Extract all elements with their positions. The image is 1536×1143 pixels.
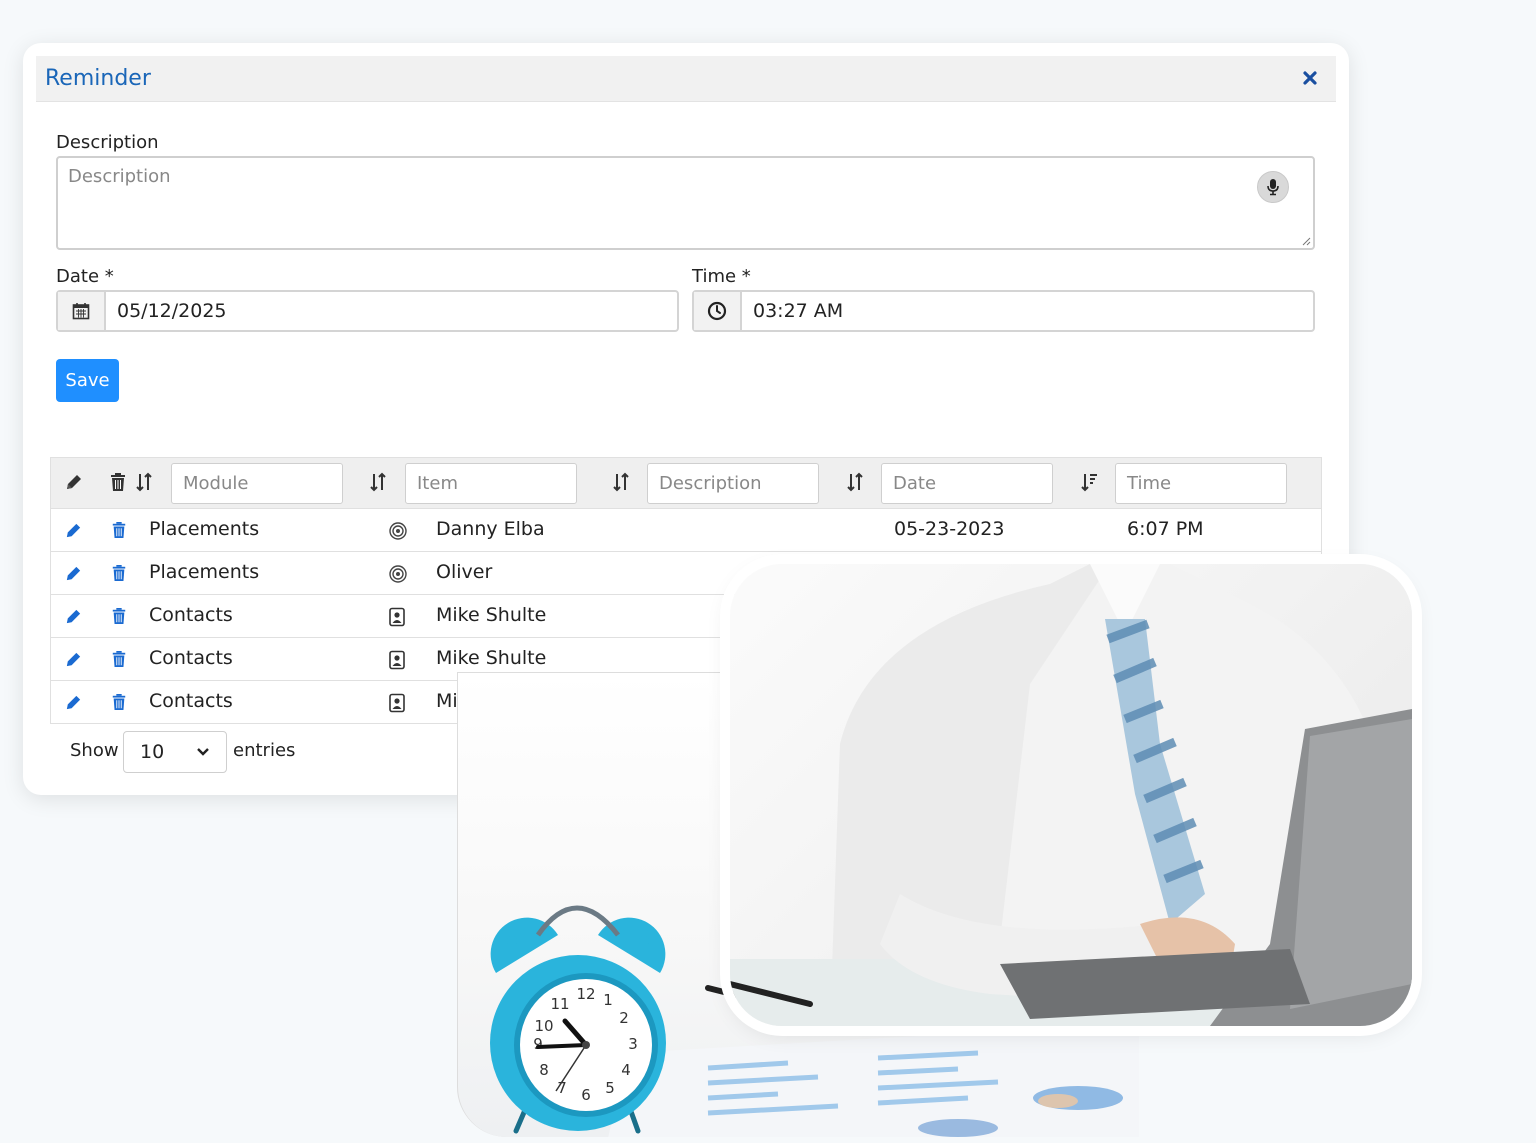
module-cell: Contacts <box>149 647 233 669</box>
module-cell: Contacts <box>149 690 233 712</box>
contact-card-icon <box>389 693 405 713</box>
description-placeholder: Description <box>68 166 171 187</box>
date-addon[interactable] <box>58 292 106 330</box>
sort-icon[interactable] <box>846 472 864 492</box>
svg-text:9: 9 <box>533 1035 543 1053</box>
contact-card-icon <box>389 650 405 670</box>
svg-text:10: 10 <box>534 1017 553 1035</box>
date-filter-input[interactable]: Date <box>881 463 1053 504</box>
svg-text:8: 8 <box>539 1061 549 1079</box>
svg-text:6: 6 <box>581 1086 591 1104</box>
description-filter-input[interactable]: Description <box>647 463 819 504</box>
table-header: Module Item Description Date Time <box>50 457 1322 509</box>
description-textarea[interactable]: Description <box>56 156 1315 250</box>
svg-text:2: 2 <box>619 1009 629 1027</box>
close-icon <box>1303 70 1317 85</box>
svg-text:4: 4 <box>621 1061 631 1079</box>
date-field[interactable]: 05/12/2025 <box>56 290 679 332</box>
chevron-down-icon <box>197 748 209 756</box>
module-cell: Placements <box>149 561 260 583</box>
pencil-icon <box>67 475 81 489</box>
page-size-select[interactable]: 10 <box>123 731 227 773</box>
date-label: Date * <box>56 266 114 287</box>
date-cell: 05-23-2023 <box>894 518 1005 540</box>
svg-text:5: 5 <box>605 1079 615 1097</box>
table-row[interactable]: Placements Danny Elba 05-23-2023 6:07 PM <box>50 509 1322 552</box>
delete-icon[interactable] <box>111 564 127 582</box>
item-cell[interactable]: Mike Shulte <box>436 604 546 626</box>
modal-title: Reminder <box>45 66 151 91</box>
contact-card-icon <box>389 607 405 627</box>
edit-icon[interactable] <box>64 607 83 626</box>
time-label: Time * <box>692 266 751 287</box>
target-icon <box>389 565 407 583</box>
delete-icon[interactable] <box>111 607 127 625</box>
sort-icon[interactable] <box>135 472 153 492</box>
svg-text:1: 1 <box>603 991 613 1009</box>
close-button[interactable] <box>1298 67 1322 91</box>
edit-icon[interactable] <box>64 564 83 583</box>
time-input[interactable]: 03:27 AM <box>742 292 843 330</box>
businessman-laptop-photo <box>730 564 1412 1026</box>
sort-icon[interactable] <box>369 472 387 492</box>
module-filter-input[interactable]: Module <box>171 463 343 504</box>
modal-header: Reminder <box>36 56 1336 102</box>
item-cell[interactable]: Danny Elba <box>436 518 545 540</box>
show-label: Show <box>70 740 119 761</box>
clock-icon <box>707 301 727 321</box>
item-cell[interactable]: Oliver <box>436 561 492 583</box>
delete-icon[interactable] <box>111 521 127 539</box>
time-filter-input[interactable]: Time <box>1115 463 1287 504</box>
sort-icon[interactable] <box>612 472 630 492</box>
date-input[interactable]: 05/12/2025 <box>106 292 227 330</box>
edit-icon[interactable] <box>64 650 83 669</box>
item-filter-input[interactable]: Item <box>405 463 577 504</box>
sort-descending-icon[interactable] <box>1080 472 1098 492</box>
svg-text:3: 3 <box>628 1035 638 1053</box>
svg-text:11: 11 <box>550 995 569 1013</box>
item-cell[interactable]: Mike Shulte <box>436 647 546 669</box>
microphone-button[interactable] <box>1257 171 1289 203</box>
delete-icon[interactable] <box>111 693 127 711</box>
target-icon <box>389 522 407 540</box>
time-addon[interactable] <box>694 292 742 330</box>
description-label: Description <box>56 132 159 153</box>
save-button[interactable]: Save <box>56 359 119 402</box>
microphone-icon <box>1267 179 1279 196</box>
svg-text:12: 12 <box>576 985 595 1003</box>
time-field[interactable]: 03:27 AM <box>692 290 1315 332</box>
time-cell: 6:07 PM <box>1127 518 1204 540</box>
page-size-value: 10 <box>140 741 165 763</box>
edit-icon[interactable] <box>64 693 83 712</box>
resize-grip-icon[interactable] <box>1301 236 1311 246</box>
trash-icon <box>111 473 125 491</box>
module-cell: Contacts <box>149 604 233 626</box>
entries-label: entries <box>233 740 296 761</box>
businessman-illustration <box>730 564 1412 1026</box>
edit-icon[interactable] <box>64 521 83 540</box>
module-cell: Placements <box>149 518 260 540</box>
delete-icon[interactable] <box>111 650 127 668</box>
calendar-icon <box>72 303 90 320</box>
